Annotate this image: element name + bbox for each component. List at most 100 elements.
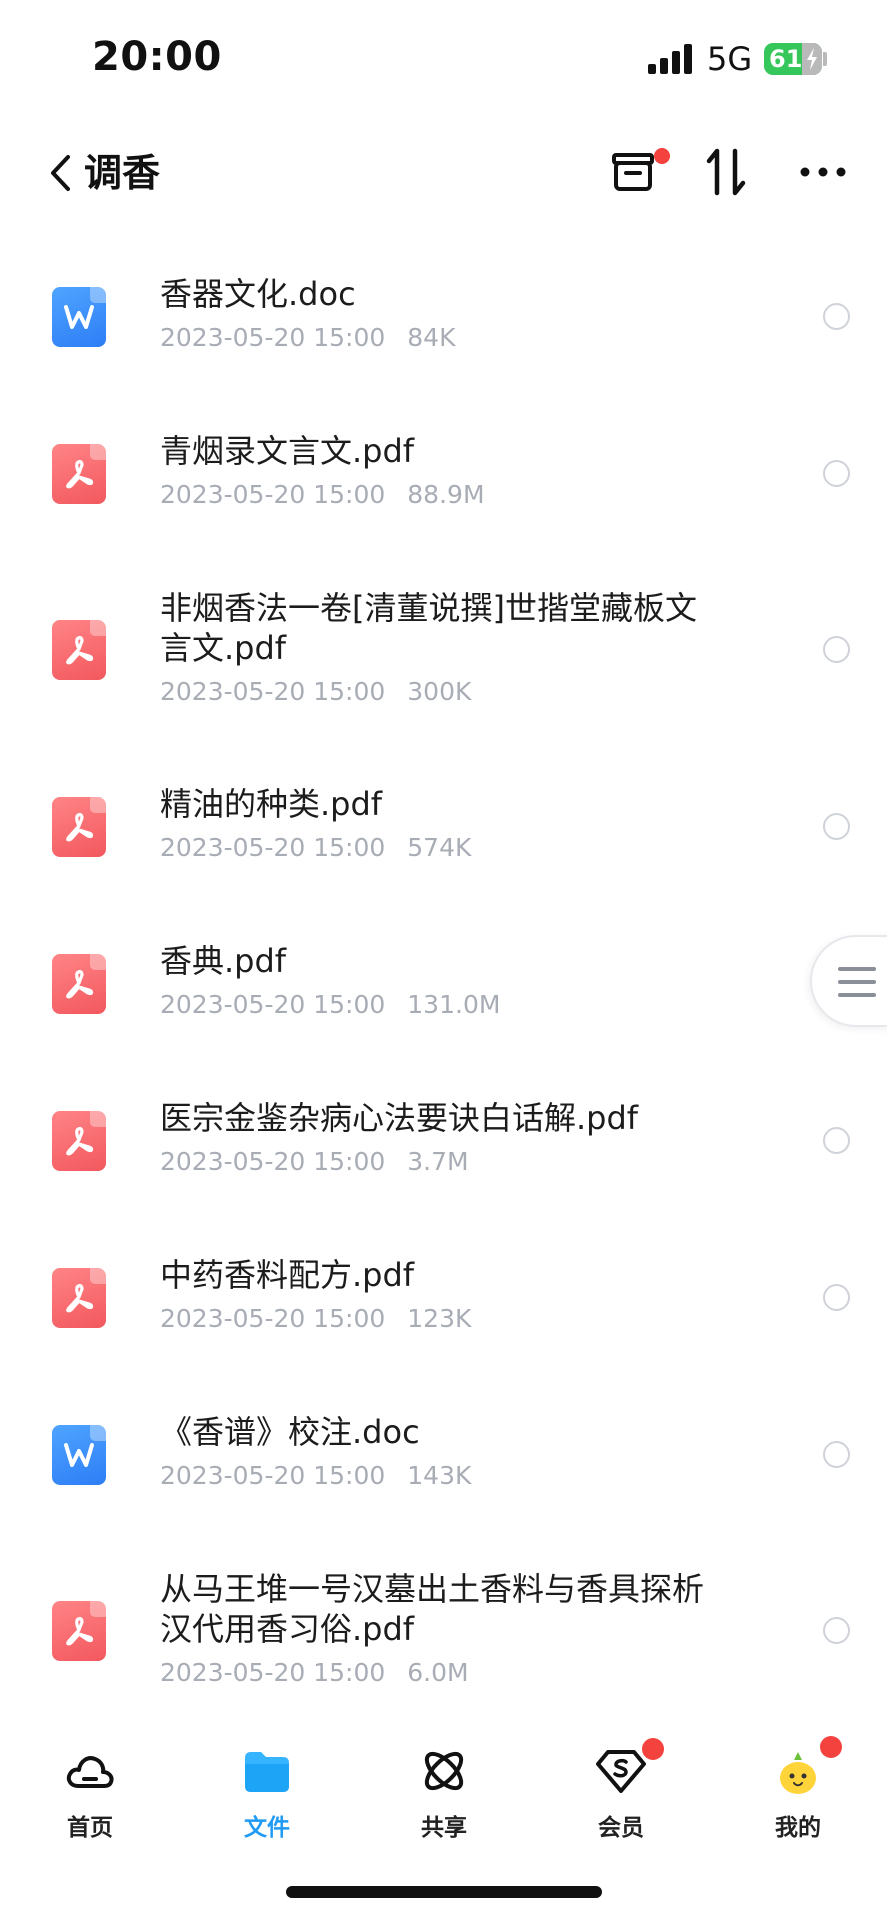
hamburger-icon — [838, 967, 876, 971]
file-meta: 2023-05-20 15:00 143K — [160, 1460, 720, 1492]
file-name: 青烟录文言文.pdf — [160, 432, 415, 470]
file-row[interactable]: 医宗金鉴杂病心法要诀白话解.pdf 2023-05-20 15:00 3.7M — [0, 1062, 887, 1219]
tab-label: 文件 — [244, 1815, 290, 1841]
file-row[interactable]: 香典.pdf 2023-05-20 15:00 131.0M — [0, 905, 887, 1062]
file-name: 香典.pdf — [160, 942, 287, 980]
network-label: 5G — [707, 40, 753, 78]
file-size: 6.0M — [407, 1658, 469, 1687]
archive-box-icon — [612, 153, 654, 191]
file-row[interactable]: 从马王堆一号汉墓出土香料与香具探析汉代用香习俗.pdf 2023-05-20 1… — [0, 1533, 887, 1729]
tab-label: 共享 — [421, 1815, 467, 1841]
file-date: 2023-05-20 15:00 — [160, 323, 386, 352]
file-size: 300K — [407, 677, 472, 706]
file-meta: 2023-05-20 15:00 84K — [160, 322, 720, 354]
tab-label: 我的 — [775, 1815, 821, 1841]
file-row[interactable]: 香器文化.doc 2023-05-20 15:00 84K — [0, 238, 887, 395]
pdf-icon — [52, 620, 106, 680]
file-meta: 2023-05-20 15:00 88.9M — [160, 479, 720, 511]
file-name: 香器文化.doc — [160, 275, 356, 313]
tab-files[interactable]: 文件 — [197, 1730, 337, 1850]
file-date: 2023-05-20 15:00 — [160, 990, 386, 1019]
file-date: 2023-05-20 15:00 — [160, 1147, 386, 1176]
file-meta: 2023-05-20 15:00 123K — [160, 1303, 720, 1335]
file-size: 143K — [407, 1461, 472, 1490]
charging-bolt-icon — [807, 48, 817, 70]
battery-level: 61 — [769, 45, 803, 73]
word-doc-icon — [52, 287, 106, 347]
file-meta: 2023-05-20 15:00 6.0M — [160, 1657, 720, 1689]
file-row[interactable]: 非烟香法一卷[清董说撰]世揩堂藏板文言文.pdf 2023-05-20 15:0… — [0, 552, 887, 748]
battery-cap — [823, 52, 827, 66]
select-radio[interactable] — [823, 460, 850, 487]
file-size: 131.0M — [407, 990, 501, 1019]
pdf-icon — [52, 1111, 106, 1171]
pdf-icon — [52, 797, 106, 857]
chevron-left-icon — [51, 155, 70, 191]
file-date: 2023-05-20 15:00 — [160, 833, 386, 862]
signal-icon — [648, 44, 694, 74]
file-size: 88.9M — [407, 480, 485, 509]
pdf-icon — [52, 954, 106, 1014]
home-indicator — [286, 1886, 602, 1898]
file-row[interactable]: 《香谱》校注.doc 2023-05-20 15:00 143K — [0, 1376, 887, 1533]
word-doc-icon — [52, 1425, 106, 1485]
tab-share[interactable]: 共享 — [374, 1730, 514, 1850]
file-row[interactable]: 精油的种类.pdf 2023-05-20 15:00 574K — [0, 748, 887, 905]
status-time: 20:00 — [92, 34, 222, 80]
file-date: 2023-05-20 15:00 — [160, 677, 386, 706]
file-name: 中药香料配方.pdf — [160, 1256, 415, 1294]
file-meta: 2023-05-20 15:00 300K — [160, 676, 720, 708]
tab-home[interactable]: 首页 — [20, 1730, 160, 1850]
file-name: 从马王堆一号汉墓出土香料与香具探析汉代用香习俗.pdf — [160, 1570, 705, 1648]
select-radio[interactable] — [823, 1127, 850, 1154]
status-bar: 20:00 5G 61 — [0, 0, 887, 118]
file-name: 医宗金鉴杂病心法要诀白话解.pdf — [160, 1099, 639, 1137]
sort-button[interactable] — [692, 132, 762, 212]
select-radio[interactable] — [823, 1284, 850, 1311]
file-size: 574K — [407, 833, 472, 862]
file-meta: 2023-05-20 15:00 131.0M — [160, 989, 720, 1021]
more-icon — [800, 167, 846, 177]
file-name: 《香谱》校注.doc — [160, 1413, 420, 1451]
share-atom-icon — [424, 1751, 464, 1791]
notification-dot — [642, 1738, 664, 1760]
avatar-icon — [780, 1752, 816, 1794]
file-name: 非烟香法一卷[清董说撰]世揩堂藏板文言文.pdf — [160, 589, 697, 667]
tab-bar: 首页 文件 共享 会员 我的 — [0, 1730, 887, 1850]
tab-label: 首页 — [67, 1815, 113, 1841]
select-radio[interactable] — [823, 636, 850, 663]
pdf-icon — [52, 1268, 106, 1328]
back-button[interactable] — [48, 138, 88, 208]
select-radio[interactable] — [823, 813, 850, 840]
file-size: 3.7M — [407, 1147, 469, 1176]
file-date: 2023-05-20 15:00 — [160, 1658, 386, 1687]
file-row[interactable]: 中药香料配方.pdf 2023-05-20 15:00 123K — [0, 1219, 887, 1376]
tab-label: 会员 — [598, 1815, 644, 1841]
file-row[interactable]: 青烟录文言文.pdf 2023-05-20 15:00 88.9M — [0, 395, 887, 552]
page-title: 调香 — [84, 151, 161, 195]
folder-icon — [245, 1752, 289, 1792]
file-date: 2023-05-20 15:00 — [160, 480, 386, 509]
file-size: 123K — [407, 1304, 472, 1333]
archive-button[interactable] — [598, 132, 670, 212]
file-list: 香器文化.doc 2023-05-20 15:00 84K 青烟录文言文.pdf … — [0, 238, 887, 1729]
more-button[interactable] — [788, 132, 858, 212]
tab-me[interactable]: 我的 — [728, 1730, 868, 1850]
sort-icon — [706, 148, 746, 196]
battery-icon: 61 — [764, 43, 822, 75]
file-date: 2023-05-20 15:00 — [160, 1461, 386, 1490]
file-meta: 2023-05-20 15:00 574K — [160, 832, 720, 864]
file-size: 84K — [407, 323, 456, 352]
header: 调香 — [0, 118, 887, 238]
pdf-icon — [52, 1601, 106, 1661]
notification-dot — [820, 1736, 842, 1758]
file-meta: 2023-05-20 15:00 3.7M — [160, 1146, 720, 1178]
screen: 20:00 5G 61 调香 香器文化.doc 2023-05-20 15:00… — [0, 0, 887, 1920]
vip-diamond-icon — [596, 1750, 646, 1793]
select-radio[interactable] — [823, 1441, 850, 1468]
select-radio[interactable] — [823, 303, 850, 330]
notification-dot — [654, 148, 670, 164]
file-date: 2023-05-20 15:00 — [160, 1304, 386, 1333]
select-radio[interactable] — [823, 1617, 850, 1644]
tab-vip[interactable]: 会员 — [551, 1730, 691, 1850]
